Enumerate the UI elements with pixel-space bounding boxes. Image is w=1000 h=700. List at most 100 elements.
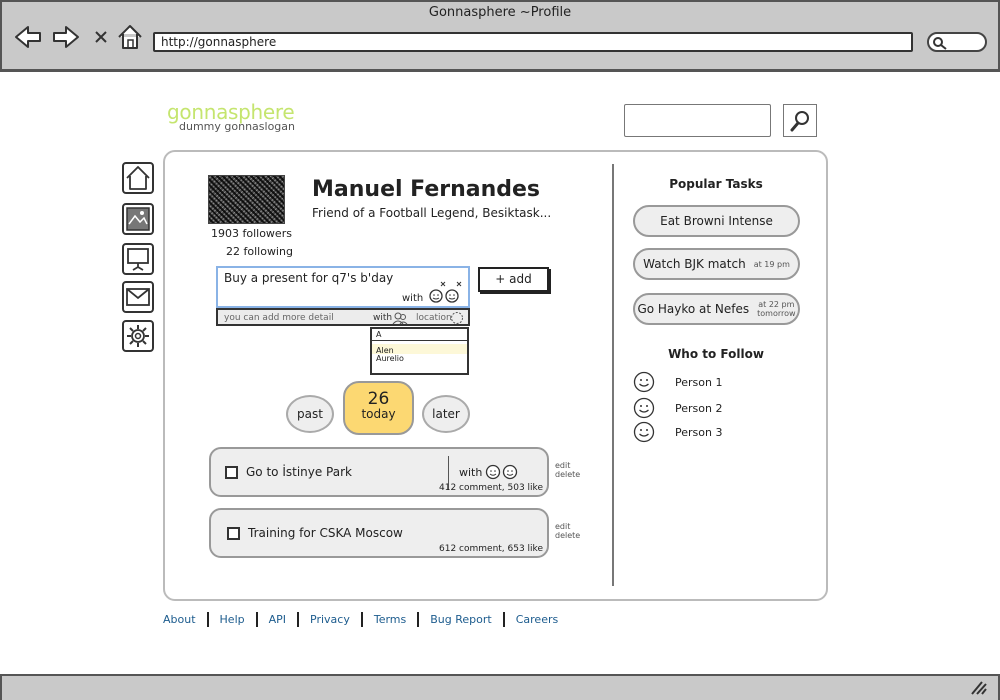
person-row[interactable]: Person 1 [633, 371, 722, 393]
avatar-icon [633, 397, 655, 419]
past-button[interactable]: past [286, 395, 334, 433]
delete-link[interactable]: delete [555, 531, 580, 540]
popular-task-label: Go Hayko at Nefes [637, 302, 750, 316]
people-icon[interactable] [392, 311, 408, 325]
autocomplete-option[interactable]: Aurelio [372, 354, 467, 363]
following-count[interactable]: 22 following [226, 245, 293, 258]
task-composer-input[interactable]: Buy a present for q7's b'day with [216, 266, 470, 308]
footer-link-help[interactable]: Help [220, 613, 245, 626]
browser-search-box[interactable] [927, 32, 987, 52]
task-checkbox[interactable] [227, 527, 240, 540]
search-icon [933, 37, 947, 50]
footer-separator [360, 612, 363, 627]
delete-link[interactable]: delete [555, 470, 580, 479]
person-row[interactable]: Person 2 [633, 397, 722, 419]
remove-icon[interactable] [456, 281, 462, 287]
task-composer-text[interactable]: Buy a present for q7's b'day [224, 271, 393, 285]
footer-links: About Help API Privacy Terms Bug Report … [163, 612, 558, 627]
stop-button[interactable] [86, 22, 116, 52]
popular-task-time-line: at 22 pm [758, 300, 795, 309]
magnifier-icon [790, 110, 809, 131]
who-to-follow-heading: Who to Follow [668, 347, 764, 361]
avatar-icon [633, 421, 655, 443]
window-title: Gonnasphere ~Profile [428, 5, 572, 20]
smiley-icon [485, 464, 501, 480]
location-icon[interactable] [450, 311, 464, 325]
autocomplete-query[interactable]: A [372, 329, 467, 341]
home-button[interactable] [114, 22, 146, 52]
task-actions: edit delete [555, 522, 580, 540]
column-divider [612, 164, 614, 586]
footer-link-careers[interactable]: Careers [516, 613, 559, 626]
resize-grip-icon[interactable] [970, 680, 988, 696]
smiley-icon [445, 289, 459, 303]
status-bar [0, 674, 1000, 700]
autocomplete-option[interactable]: Alen [372, 344, 467, 355]
composer-detail-bar[interactable]: you can add more detail with location [216, 308, 470, 326]
friend-autocomplete[interactable]: A Alen Aurelio [370, 327, 469, 375]
site-search-button[interactable] [783, 104, 817, 137]
profile-photo[interactable] [208, 175, 285, 224]
footer-link-terms[interactable]: Terms [374, 613, 406, 626]
task-title: Training for CSKA Moscow [248, 526, 403, 540]
forward-button[interactable] [50, 22, 82, 52]
popular-task-label: Eat Browni Intense [660, 214, 773, 228]
person-row[interactable]: Person 3 [633, 421, 722, 443]
detail-location-label: location [416, 313, 452, 323]
edit-link[interactable]: edit [555, 461, 580, 470]
profile-bio: Friend of a Football Legend, Besiktask..… [312, 206, 552, 220]
url-bar[interactable]: http://gonnasphere [153, 32, 913, 52]
person-name[interactable]: Person 1 [675, 376, 722, 389]
footer-link-api[interactable]: API [269, 613, 286, 626]
edit-link[interactable]: edit [555, 522, 580, 531]
add-task-button[interactable]: + add [478, 267, 549, 292]
popular-task-time-line: tomorrow [757, 309, 796, 318]
followers-count[interactable]: 1903 followers [211, 227, 292, 240]
footer-separator [206, 612, 209, 627]
task-card[interactable]: Go to İstinye Park with 412 comment, 503… [209, 447, 549, 497]
person-name[interactable]: Person 2 [675, 402, 722, 415]
forward-arrow-icon [53, 26, 79, 48]
back-arrow-icon [15, 26, 41, 48]
task-actions: edit delete [555, 461, 580, 479]
home-icon [118, 25, 142, 49]
popular-task-label: Watch BJK match [643, 257, 746, 271]
task-checkbox[interactable] [225, 466, 238, 479]
gear-icon [127, 325, 149, 347]
popular-task[interactable]: Eat Browni Intense [633, 205, 800, 237]
nav-settings[interactable] [122, 320, 154, 352]
back-button[interactable] [12, 22, 44, 52]
popular-tasks-heading: Popular Tasks [669, 177, 763, 191]
footer-separator [255, 612, 258, 627]
nav-photos[interactable] [122, 203, 154, 235]
photo-icon [126, 207, 150, 231]
smiley-icon [502, 464, 518, 480]
close-icon [95, 31, 107, 43]
popular-task[interactable]: Watch BJK match at 19 pm [633, 248, 800, 280]
today-day: 26 [367, 389, 390, 409]
smiley-icon [429, 289, 443, 303]
footer-link-bug-report[interactable]: Bug Report [430, 613, 491, 626]
today-button[interactable]: 26 today [343, 381, 414, 435]
site-search-input[interactable] [624, 104, 771, 137]
nav-presentations[interactable] [122, 243, 154, 275]
popular-task[interactable]: Go Hayko at Nefes at 22 pm tomorrow [633, 293, 800, 325]
task-card[interactable]: Training for CSKA Moscow 612 comment, 65… [209, 508, 549, 558]
footer-separator [297, 612, 300, 627]
person-name[interactable]: Person 3 [675, 426, 722, 439]
presentation-icon [127, 248, 149, 271]
footer-link-privacy[interactable]: Privacy [310, 613, 350, 626]
task-stats[interactable]: 612 comment, 653 like [439, 544, 543, 554]
today-label: today [361, 407, 396, 421]
detail-with-label: with [373, 313, 393, 323]
nav-home[interactable] [122, 162, 154, 194]
footer-link-about[interactable]: About [163, 613, 196, 626]
task-stats[interactable]: 412 comment, 503 like [439, 483, 543, 493]
avatar-icon [633, 371, 655, 393]
footer-separator [417, 612, 420, 627]
later-button[interactable]: later [422, 395, 470, 433]
detail-hint: you can add more detail [224, 313, 334, 323]
nav-messages[interactable] [122, 281, 154, 313]
composer-with-label: with [402, 293, 424, 304]
popular-task-time: at 22 pm tomorrow [757, 300, 795, 318]
